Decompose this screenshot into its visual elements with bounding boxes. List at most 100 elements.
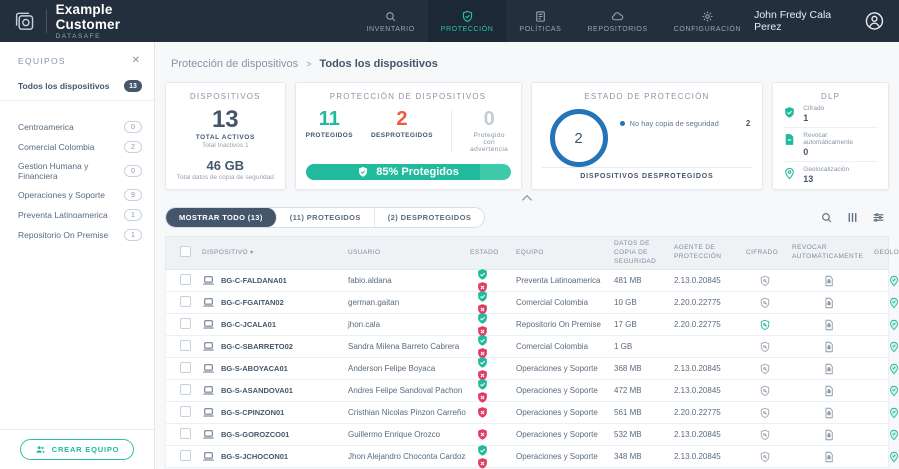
sidebar-team-item[interactable]: Preventa Latinoamerica 1 xyxy=(0,205,154,225)
backup-cell: 10 GB xyxy=(610,298,670,307)
table-row[interactable]: BG-S-GOROZCO01 Guillermo Enrique Orozco … xyxy=(165,424,889,446)
nav-inventario[interactable]: INVENTARIO xyxy=(353,0,427,42)
file-revoke-icon xyxy=(783,133,796,146)
col-equipo[interactable]: Equipo xyxy=(512,246,610,261)
device-cell[interactable]: BG-C-FALDANA01 xyxy=(198,274,344,287)
geo-cell xyxy=(870,363,899,375)
device-cell[interactable]: BG-S-GOROZCO01 xyxy=(198,428,344,441)
breadcrumb-current: Todos los dispositivos xyxy=(319,58,437,70)
nav-repositorios[interactable]: REPOSITORIOS xyxy=(574,0,660,42)
location-pin-check-icon xyxy=(888,407,899,419)
table-row[interactable]: BG-C-FALDANA01 fabio.aldana Preventa Lat… xyxy=(165,270,889,292)
row-checkbox[interactable] xyxy=(180,318,191,329)
user-cell: fabio.aldana xyxy=(344,276,466,285)
row-checkbox[interactable] xyxy=(180,384,191,395)
warning-count: 0 xyxy=(468,109,511,129)
device-name: BG-C-SBARRETO02 xyxy=(221,342,293,351)
dlp-label: Geolocalización xyxy=(803,166,849,173)
device-cell[interactable]: BG-S-ASANDOVA01 xyxy=(198,384,344,397)
sidebar-team-item[interactable]: Todos los dispositivos 13 xyxy=(0,74,154,101)
row-checkbox[interactable] xyxy=(180,362,191,373)
encrypted-cell xyxy=(742,297,788,309)
people-icon xyxy=(35,444,46,455)
row-checkbox[interactable] xyxy=(180,296,191,307)
table-row[interactable]: BG-C-JCALA01 jhon.cala Repositorio On Pr… xyxy=(165,314,889,336)
filters-icon[interactable] xyxy=(872,211,885,224)
location-pin-check-icon xyxy=(888,319,899,331)
laptop-icon xyxy=(202,296,215,309)
device-cell[interactable]: BG-C-JCALA01 xyxy=(198,318,344,331)
team-cell: Operaciones y Soporte xyxy=(512,408,610,417)
row-checkbox[interactable] xyxy=(180,406,191,417)
team-label: Gestion Humana y Financiera xyxy=(18,161,124,181)
row-checkbox[interactable] xyxy=(180,340,191,351)
tab-mostrar-todo[interactable]: MOSTRAR TODO (13) xyxy=(166,208,277,227)
device-name: BG-S-GOROZCO01 xyxy=(221,430,289,439)
tab-desprotegidos[interactable]: (2) DESPROTEGIDOS xyxy=(375,208,484,227)
col-revocar[interactable]: Revocar automáticamente xyxy=(788,241,870,265)
device-cell[interactable]: BG-S-JCHOCON01 xyxy=(198,450,344,463)
location-pin-check-icon xyxy=(888,451,899,463)
close-icon[interactable]: ✕ xyxy=(132,56,140,66)
shield-protected-icon xyxy=(476,334,489,347)
device-cell[interactable]: BG-S-ABOYACA01 xyxy=(198,362,344,375)
sidebar-team-item[interactable]: Operaciones y Soporte 9 xyxy=(0,185,154,205)
col-geolocalizacion[interactable]: Geolocalización xyxy=(870,246,899,261)
device-name: BG-C-JCALA01 xyxy=(221,320,276,329)
table-row[interactable]: BG-C-SBARRETO02 Sandra Milena Barreto Ca… xyxy=(165,336,889,358)
table-row[interactable]: BG-S-CPINZON01 Cristhian Nicolas Pinzon … xyxy=(165,402,889,424)
status-cell xyxy=(466,406,512,419)
col-dispositivo[interactable]: Dispositivo ▾ xyxy=(198,246,344,261)
sidebar-team-item[interactable]: Gestion Humana y Financiera 0 xyxy=(0,157,154,185)
row-checkbox[interactable] xyxy=(180,274,191,285)
col-cifrado[interactable]: Cifrado xyxy=(742,246,788,261)
chevron-up-icon[interactable] xyxy=(520,193,534,203)
table-row[interactable]: BG-S-ABOYACA01 Anderson Felipe Boyaca Op… xyxy=(165,358,889,380)
protected-stat: 11 PROTEGIDOS xyxy=(306,109,353,139)
user-menu[interactable]: John Fredy Cala Perez xyxy=(754,0,899,42)
search-icon[interactable] xyxy=(820,211,833,224)
col-usuario[interactable]: Usuario xyxy=(344,246,466,261)
device-cell[interactable]: BG-C-FGAITAN02 xyxy=(198,296,344,309)
protection-progress[interactable]: 85% Protegidos xyxy=(306,164,511,180)
select-all-checkbox[interactable] xyxy=(180,246,191,257)
revoke-cell xyxy=(788,363,870,375)
nav-proteccion[interactable]: PROTECCIÓN xyxy=(428,0,507,42)
team-cell: Operaciones y Soporte xyxy=(512,430,610,439)
table-row[interactable]: BG-S-ASANDOVA01 Andres Felipe Sandoval P… xyxy=(165,380,889,402)
col-agente[interactable]: Agente de protección xyxy=(670,241,742,265)
col-datos[interactable]: Datos de copia de seguridad xyxy=(610,237,670,269)
agent-cell: 2.20.0.22775 xyxy=(670,320,742,329)
device-cell[interactable]: BG-S-CPINZON01 xyxy=(198,406,344,419)
table-row[interactable]: BG-S-JCHOCON01 Jhon Alejandro Choconta C… xyxy=(165,446,889,468)
file-lock-icon xyxy=(823,297,835,309)
sidebar-team-item[interactable]: Comercial Colombia 2 xyxy=(0,137,154,157)
create-team-button[interactable]: CREAR EQUIPO xyxy=(20,439,135,460)
row-checkbox[interactable] xyxy=(180,450,191,461)
warning-stat: 0 Protegido con advertencia xyxy=(451,109,511,153)
backup-cell: 532 MB xyxy=(610,430,670,439)
laptop-icon xyxy=(202,340,215,353)
protection-card: PROTECCIÓN DE DISPOSITIVOS 11 PROTEGIDOS… xyxy=(295,82,522,190)
user-cell: Cristhian Nicolas Pinzon Carreño xyxy=(344,408,466,417)
nav-configuracion[interactable]: CONFIGURACIÓN xyxy=(661,0,754,42)
table-row[interactable]: BG-C-FGAITAN02 german.gaitan Comercial C… xyxy=(165,292,889,314)
user-cell: Anderson Felipe Boyaca xyxy=(344,364,466,373)
sidebar-team-item[interactable]: Centroamerica 0 xyxy=(0,117,154,137)
columns-icon[interactable] xyxy=(846,211,859,224)
tab-protegidos[interactable]: (11) PROTEGIDOS xyxy=(277,208,375,227)
breadcrumb-parent[interactable]: Protección de dispositivos xyxy=(171,58,298,70)
devices-inactive-label: Total Inactivos 1 xyxy=(202,142,249,149)
row-checkbox[interactable] xyxy=(180,428,191,439)
encrypted-cell xyxy=(742,407,788,419)
device-cell[interactable]: BG-C-SBARRETO02 xyxy=(198,340,344,353)
col-estado[interactable]: Estado xyxy=(466,246,512,261)
status-cell xyxy=(466,444,512,469)
device-name: BG-S-JCHOCON01 xyxy=(221,452,288,461)
main-content: Protección de dispositivos > Todos los d… xyxy=(155,42,899,469)
nav-label: INVENTARIO xyxy=(366,26,414,33)
nav-politicas[interactable]: POLÍTICAS xyxy=(506,0,574,42)
sidebar-team-item[interactable]: Repositorio On Premise 1 xyxy=(0,225,154,245)
devices-card: DISPOSITIVOS 13 TOTAL ACTIVOS Total Inac… xyxy=(165,82,286,190)
teams-sidebar: EQUIPOS ✕ Todos los dispositivos 13 Cent… xyxy=(0,42,155,469)
